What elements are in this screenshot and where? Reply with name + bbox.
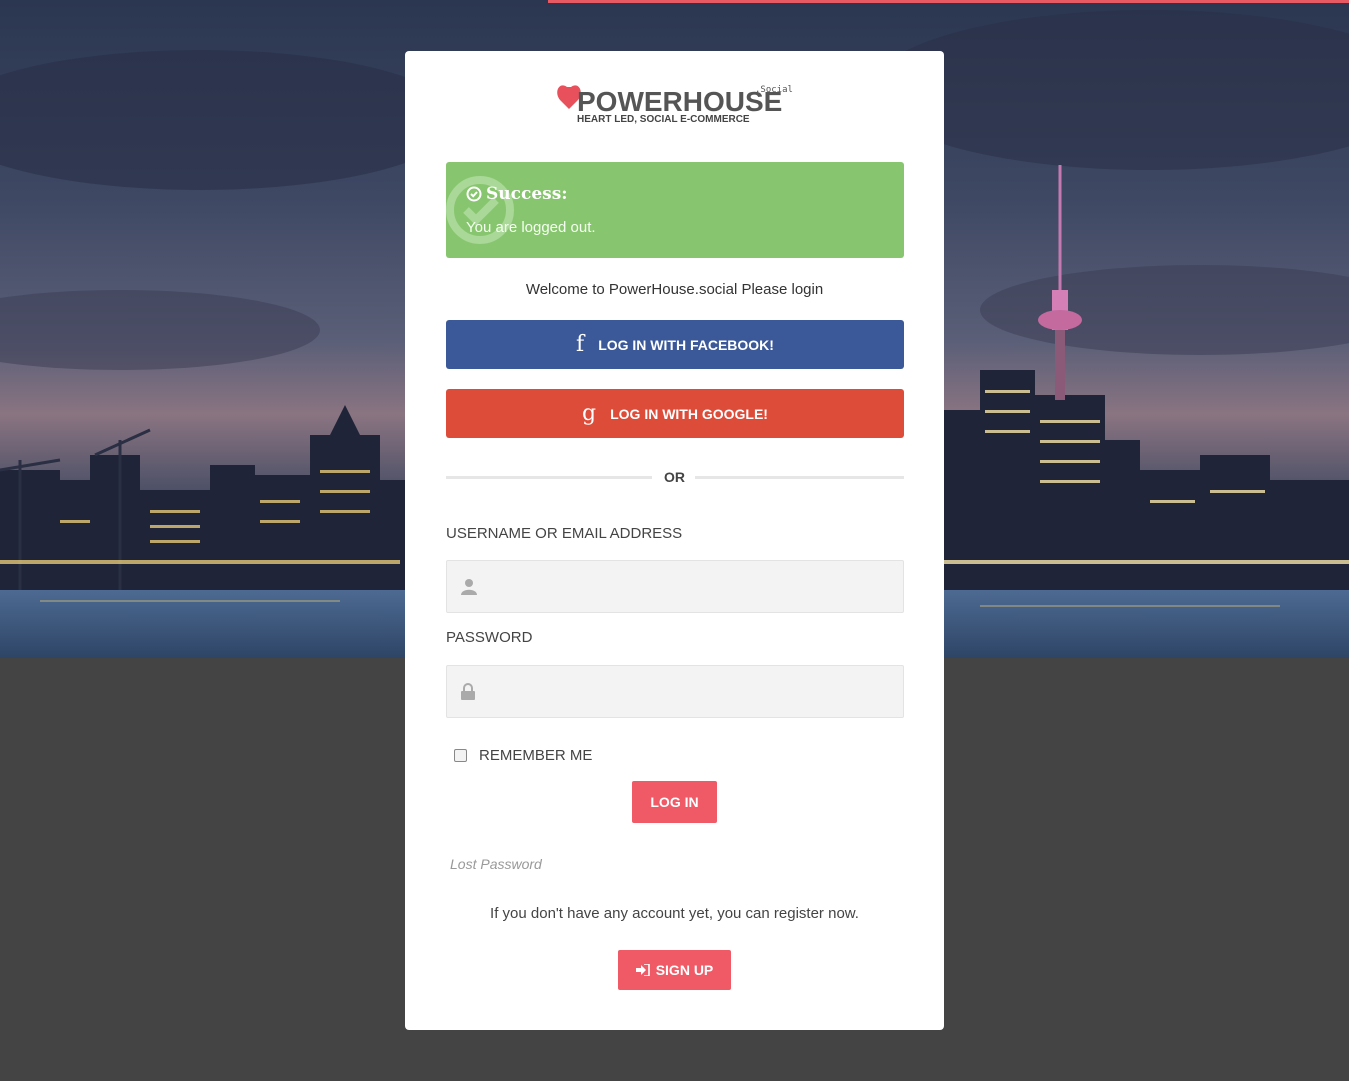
password-label: PASSWORD (446, 629, 533, 646)
username-input[interactable] (487, 561, 891, 612)
google-icon: g (582, 401, 597, 426)
logo-suffix: .Social (755, 85, 793, 95)
check-circle-watermark-icon (446, 176, 514, 244)
google-login-button[interactable]: g LOG IN WITH GOOGLE! (446, 389, 904, 438)
remember-me[interactable]: REMEMBER ME (454, 747, 592, 764)
sign-in-icon (635, 964, 650, 976)
lock-icon (461, 683, 475, 700)
password-input[interactable] (487, 666, 891, 717)
top-accent-bar (548, 0, 1349, 3)
facebook-login-label: LOG IN WITH FACEBOOK! (598, 336, 774, 353)
alert-message: You are logged out. (466, 219, 596, 236)
signup-button[interactable]: SIGN UP (618, 950, 731, 990)
alert-title-text: Success: (486, 184, 568, 204)
login-button[interactable]: LOG IN (632, 781, 717, 823)
remember-me-checkbox[interactable] (454, 749, 467, 762)
logo-brand-text: POWERHOUSE (577, 86, 782, 117)
signup-label: SIGN UP (655, 962, 714, 978)
powerhouse-logo[interactable]: POWERHOUSE .Social HEART LED, SOCIAL E-C… (555, 79, 795, 127)
logo-tagline: HEART LED, SOCIAL E-COMMERCE (577, 114, 750, 125)
welcome-text: Welcome to PowerHouse.social Please logi… (525, 281, 824, 298)
facebook-icon: f (576, 332, 585, 357)
register-text: If you don't have any account yet, you c… (490, 905, 859, 922)
alert-title: Success: (466, 184, 568, 204)
remember-me-label: REMEMBER ME (479, 747, 593, 764)
password-field[interactable] (446, 665, 904, 718)
logo-graphic: POWERHOUSE .Social HEART LED, SOCIAL E-C… (557, 85, 793, 125)
user-icon (461, 579, 477, 595)
google-login-label: LOG IN WITH GOOGLE! (610, 405, 768, 422)
lost-password-link[interactable]: Lost Password (450, 856, 542, 872)
facebook-login-button[interactable]: f LOG IN WITH FACEBOOK! (446, 320, 904, 369)
username-field[interactable] (446, 560, 904, 613)
check-circle-icon (466, 186, 482, 202)
login-card: POWERHOUSE .Social HEART LED, SOCIAL E-C… (405, 51, 944, 1030)
success-alert: Success: You are logged out. (446, 162, 904, 258)
username-label: USERNAME OR EMAIL ADDRESS (446, 525, 683, 542)
divider-right (695, 476, 904, 479)
